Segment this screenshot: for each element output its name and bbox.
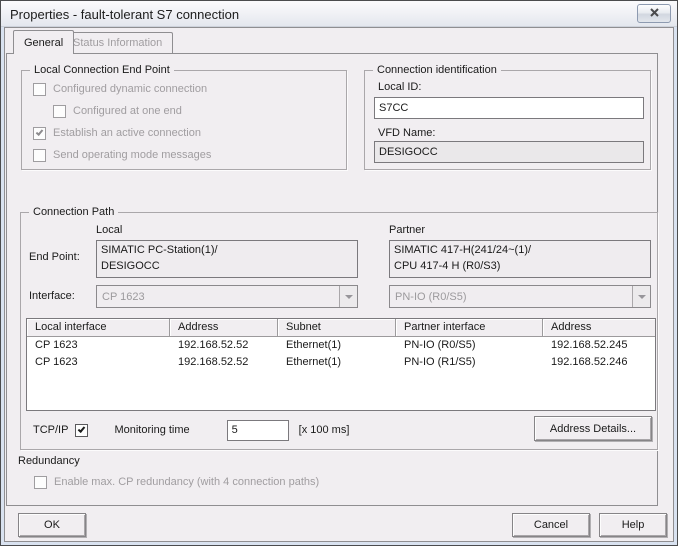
cell-partner-address: 192.168.52.246 [543,354,655,371]
table-row[interactable]: CP 1623 192.168.52.52 Ethernet(1) PN-IO … [27,337,655,354]
titlebar: Properties - fault-tolerant S7 connectio… [1,1,677,27]
local-interface-dropdown-button [339,286,357,307]
cell-partner-address: 192.168.52.245 [543,337,655,354]
group-connection-identification: Connection identification Local ID: VFD … [364,70,651,170]
local-interface-value: CP 1623 [97,291,339,303]
chevron-down-icon [638,295,646,299]
local-end-point-line1: SIMATIC PC-Station(1)/ [101,242,353,258]
close-icon [649,8,660,20]
tcp-ip-checkbox[interactable] [75,424,88,437]
local-interface-combobox: CP 1623 [96,285,358,308]
tab-status-information-label: Status Information [73,37,162,49]
cell-local-interface: CP 1623 [27,337,170,354]
local-end-point-box: SIMATIC PC-Station(1)/ DESIGOCC [96,240,358,278]
cell-address: 192.168.52.52 [170,337,278,354]
checkbox-send-operating-mode-messages: Send operating mode messages [33,148,211,162]
checkbox-label: Configured at one end [73,105,182,117]
properties-dialog: Properties - fault-tolerant S7 connectio… [0,0,678,546]
checkbox-label: Enable max. CP redundancy (with 4 connec… [54,476,319,488]
partner-interface-combobox: PN-IO (R0/S5) [389,285,651,308]
local-id-label: Local ID: [378,81,421,93]
partner-end-point-box: SIMATIC 417-H(241/24~(1)/ CPU 417-4 H (R… [389,240,651,278]
checkbox-enable-max-cp-redundancy: Enable max. CP redundancy (with 4 connec… [34,475,319,489]
help-button[interactable]: Help [599,513,667,537]
cell-subnet: Ethernet(1) [278,354,396,371]
monitoring-time-unit-label: [x 100 ms] [299,424,350,436]
group-local-connection-end-point: Local Connection End Point Configured dy… [21,70,347,170]
column-header-address-2[interactable]: Address [543,319,655,337]
group-connection-identification-title: Connection identification [373,64,501,76]
column-header-local-interface[interactable]: Local interface [27,319,170,337]
column-header-partner-interface[interactable]: Partner interface [396,319,543,337]
cell-subnet: Ethernet(1) [278,337,396,354]
tcp-ip-row: TCP/IP Monitoring time [x 100 ms] [33,417,349,443]
tab-status-information: Status Information [62,32,173,53]
interface-label: Interface: [29,290,75,302]
partner-interface-value: PN-IO (R0/S5) [390,291,632,303]
cell-partner-interface: PN-IO (R0/S5) [396,337,543,354]
cell-partner-interface: PN-IO (R1/S5) [396,354,543,371]
redundancy-label: Redundancy [18,455,80,467]
group-connection-path: Connection Path Local Partner End Point:… [20,212,658,450]
tab-page-general: Local Connection End Point Configured dy… [6,53,658,506]
local-end-point-line2: DESIGOCC [101,258,353,274]
checkbox-configured-at-one-end: Configured at one end [53,104,182,118]
partner-end-point-line1: SIMATIC 417-H(241/24~(1)/ [394,242,646,258]
group-connection-path-title: Connection Path [29,206,118,218]
checkbox-configured-dynamic-connection: Configured dynamic connection [33,82,207,96]
checkbox-label: Send operating mode messages [53,149,211,161]
column-header-address[interactable]: Address [170,319,278,337]
checkbox-label: Configured dynamic connection [53,83,207,95]
table-header-row: Local interface Address Subnet Partner i… [27,319,655,337]
chevron-down-icon [345,295,353,299]
tcp-ip-label: TCP/IP [33,424,68,436]
partner-column-header: Partner [389,224,425,236]
checkbox-icon [33,149,46,162]
checkbox-label: Establish an active connection [53,127,201,139]
close-button[interactable] [637,4,671,23]
end-point-label: End Point: [29,251,80,263]
checkbox-icon [33,83,46,96]
tab-general[interactable]: General [13,30,74,54]
ok-button-label: OK [44,519,60,531]
partner-interface-dropdown-button [632,286,650,307]
checkbox-icon [53,105,66,118]
connection-path-table: Local interface Address Subnet Partner i… [26,318,656,411]
dialog-client-area: General Status Information Local Connect… [4,27,674,542]
table-row[interactable]: CP 1623 192.168.52.52 Ethernet(1) PN-IO … [27,354,655,371]
local-column-header: Local [96,224,122,236]
tab-general-label: General [24,37,63,49]
checkbox-establish-active-connection: Establish an active connection [33,126,201,140]
monitoring-time-input[interactable] [227,420,289,441]
checkbox-icon [34,476,47,489]
group-local-connection-end-point-title: Local Connection End Point [30,64,174,76]
dialog-title: Properties - fault-tolerant S7 connectio… [10,7,239,22]
cancel-button-label: Cancel [534,519,568,531]
ok-button[interactable]: OK [18,513,86,537]
cell-address: 192.168.52.52 [170,354,278,371]
local-id-input[interactable] [374,97,644,119]
column-header-subnet[interactable]: Subnet [278,319,396,337]
cell-local-interface: CP 1623 [27,354,170,371]
vfd-name-label: VFD Name: [378,127,435,139]
checkbox-icon-checked [33,127,46,140]
help-button-label: Help [622,519,645,531]
partner-end-point-line2: CPU 417-4 H (R0/S3) [394,258,646,274]
monitoring-time-label: Monitoring time [114,424,189,436]
address-details-button[interactable]: Address Details... [534,416,652,441]
address-details-button-label: Address Details... [550,423,636,435]
cancel-button[interactable]: Cancel [512,513,590,537]
vfd-name-input [374,141,644,163]
